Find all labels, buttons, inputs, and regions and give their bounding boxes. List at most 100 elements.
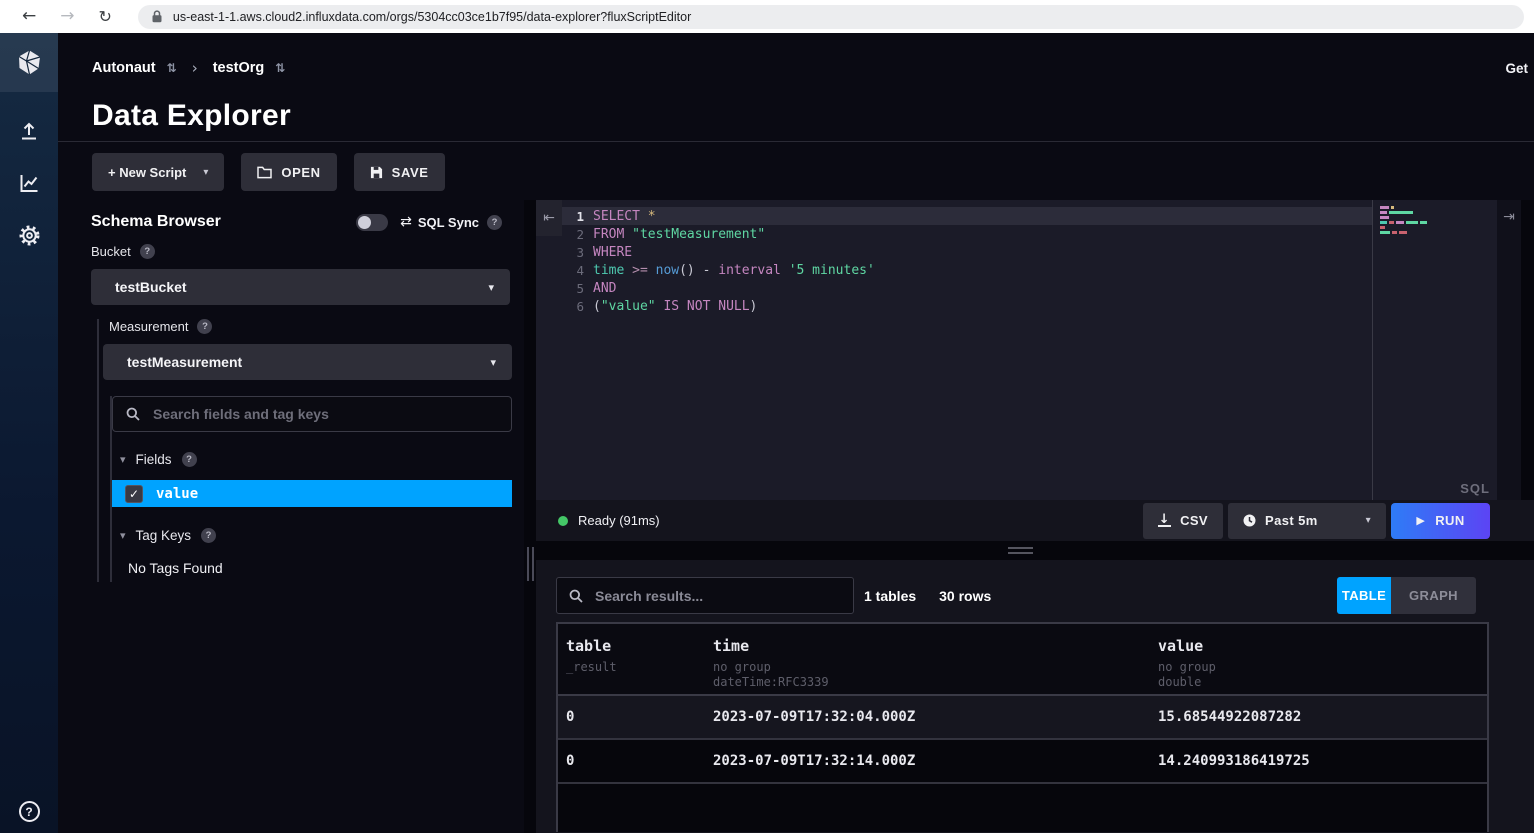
csv-button[interactable]: ↓ CSV [1143, 503, 1223, 539]
sql-sync-help-icon[interactable]: ? [487, 215, 502, 230]
editor-results-pane: ⇤ 1SELECT *2FROM "testMeasurement"3WHERE… [536, 200, 1534, 833]
collapse-caret-icon: ▾ [120, 453, 126, 466]
code-text: WHERE [593, 245, 632, 260]
script-toolbar: + New Script ▾ OPEN SAVE [58, 153, 1534, 191]
results-resize-divider[interactable] [536, 541, 1534, 560]
bucket-dropdown[interactable]: testBucket ▾ [91, 269, 510, 305]
sql-editor[interactable]: ⇤ 1SELECT *2FROM "testMeasurement"3WHERE… [536, 200, 1534, 500]
url-bar[interactable] [138, 5, 1524, 29]
results-panel: 1 tables 30 rows TABLE GRAPH table_resul… [536, 560, 1534, 833]
code-text: time >= now() - interval '5 minutes' [593, 263, 875, 278]
chevron-down-icon: ▾ [490, 356, 496, 369]
minimap[interactable] [1380, 206, 1427, 236]
fields-label: Fields [136, 452, 172, 467]
forward-icon[interactable]: → [60, 8, 74, 25]
tab-graph[interactable]: GRAPH [1391, 577, 1476, 614]
column-header: table_result [558, 624, 705, 694]
influxdb-logo[interactable] [0, 33, 58, 92]
settings-nav[interactable] [14, 220, 44, 250]
horizontal-drag-handle[interactable] [1008, 547, 1033, 557]
get-link[interactable]: Get [1505, 61, 1528, 76]
load-data-nav[interactable] [14, 116, 44, 146]
code-line[interactable]: 1SELECT * [562, 207, 1372, 225]
checked-checkbox[interactable]: ✓ [125, 485, 143, 503]
table-cell: 2023-07-09T17:32:04.000Z [705, 709, 1150, 725]
tag-keys-group-row[interactable]: ▾ Tag Keys ? [112, 528, 524, 543]
open-button[interactable]: OPEN [241, 153, 336, 191]
help-icon[interactable]: ? [19, 801, 40, 822]
sql-sync-toggle[interactable] [356, 214, 388, 231]
field-value-row[interactable]: ✓ value [112, 480, 512, 507]
editor-right-strip: ⇥ [1497, 200, 1521, 500]
column-header: timeno groupdateTime:RFC3339 [705, 624, 1150, 694]
column-header: valueno groupdouble [1150, 624, 1487, 694]
rows-count: 30 rows [939, 588, 991, 604]
fields-tags-section: ▾ Fields ? ✓ value ▾ Tag Keys ? [110, 396, 524, 582]
bucket-help-icon[interactable]: ? [140, 244, 155, 259]
project-switcher[interactable]: testOrg ⇅ [213, 60, 286, 76]
org-name: Autonaut [92, 60, 156, 76]
schema-browser-title: Schema Browser [91, 213, 356, 231]
project-name: testOrg [213, 60, 265, 76]
tag-keys-help-icon[interactable]: ? [201, 528, 216, 543]
schema-search[interactable] [112, 396, 512, 432]
line-number: 6 [562, 299, 593, 314]
clock-icon [1243, 514, 1256, 527]
line-number: 2 [562, 227, 593, 242]
gear-icon [17, 223, 42, 248]
measurement-help-icon[interactable]: ? [197, 319, 212, 334]
chevron-down-icon: ▾ [488, 281, 494, 294]
org-switcher[interactable]: Autonaut ⇅ [92, 60, 177, 76]
workspace: Schema Browser ⇄ SQL Sync ? Bucket ? tes… [58, 200, 1534, 833]
no-tags-message: No Tags Found [112, 560, 524, 576]
fields-help-icon[interactable]: ? [182, 452, 197, 467]
code-line[interactable]: 5AND [562, 279, 1372, 297]
sql-sync-label: SQL Sync [418, 215, 479, 230]
new-script-button[interactable]: + New Script ▾ [92, 153, 224, 191]
measurement-section: Measurement ? testMeasurement ▾ [97, 319, 524, 582]
table-row: 02023-07-09T17:32:14.000Z14.240993186419… [558, 740, 1487, 784]
measurement-dropdown[interactable]: testMeasurement ▾ [103, 344, 512, 380]
code-text: AND [593, 281, 616, 296]
tab-table[interactable]: TABLE [1337, 577, 1391, 614]
lock-icon [152, 10, 162, 23]
minimap-divider [1372, 200, 1373, 500]
language-badge: SQL [1460, 481, 1490, 496]
upload-icon [17, 119, 41, 143]
url-input[interactable] [171, 9, 1510, 25]
code-text: FROM "testMeasurement" [593, 227, 765, 242]
app: ? Autonaut ⇅ › testOrg ⇅ Get Data Explor… [0, 33, 1534, 833]
collapse-left-icon[interactable]: ⇤ [536, 200, 562, 236]
project-sort-icon: ⇅ [275, 61, 285, 75]
main-area: Autonaut ⇅ › testOrg ⇅ Get Data Explorer… [58, 33, 1534, 833]
back-icon[interactable]: ← [22, 8, 36, 25]
panel-resize-divider[interactable] [524, 200, 536, 833]
left-sidebar: ? [0, 33, 58, 833]
results-search-input[interactable] [593, 587, 841, 605]
search-icon [126, 407, 140, 421]
run-button[interactable]: ▶ RUN [1391, 503, 1490, 539]
code-line[interactable]: 4time >= now() - interval '5 minutes' [562, 261, 1372, 279]
vertical-drag-handle[interactable] [527, 547, 534, 581]
reload-icon[interactable]: ↻ [99, 9, 112, 25]
chevron-down-icon: ▾ [1366, 515, 1371, 526]
results-search[interactable] [556, 577, 854, 614]
save-button[interactable]: SAVE [354, 153, 445, 191]
table-cell: 15.68544922087282 [1150, 709, 1487, 725]
time-range-dropdown[interactable]: Past 5m ▾ [1228, 503, 1386, 539]
code-line[interactable]: 2FROM "testMeasurement" [562, 225, 1372, 243]
measurement-value: testMeasurement [127, 354, 490, 370]
results-table-body: 02023-07-09T17:32:04.000Z15.685449220872… [558, 696, 1487, 784]
line-number: 5 [562, 281, 593, 296]
code-line[interactable]: 3WHERE [562, 243, 1372, 261]
code-text: ("value" IS NOT NULL) [593, 299, 757, 314]
editor-edge [1521, 200, 1534, 500]
data-explorer-nav[interactable] [14, 168, 44, 198]
field-name: value [156, 486, 198, 502]
fields-group-row[interactable]: ▾ Fields ? [112, 452, 524, 467]
table-cell: 2023-07-09T17:32:14.000Z [705, 753, 1150, 769]
expand-right-icon[interactable]: ⇥ [1503, 209, 1515, 229]
schema-search-input[interactable] [151, 405, 498, 423]
code-line[interactable]: 6("value" IS NOT NULL) [562, 297, 1372, 315]
line-number: 4 [562, 263, 593, 278]
